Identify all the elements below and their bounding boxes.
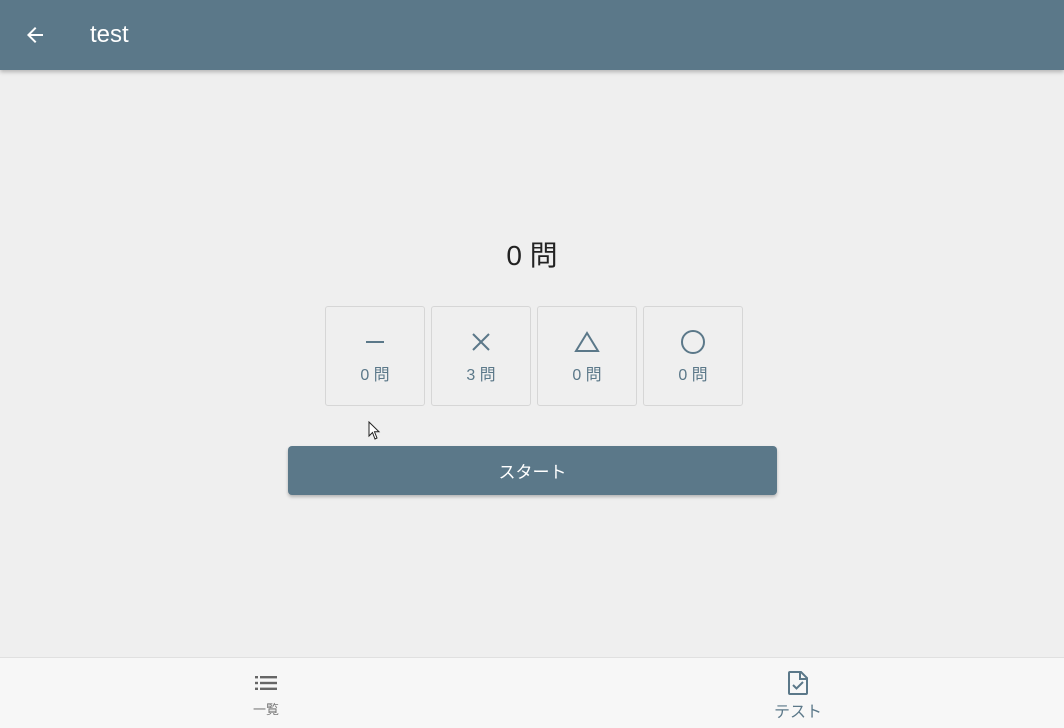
card-count: 3 問 (466, 367, 496, 384)
start-button[interactable]: スタート (288, 446, 777, 495)
card-count: 0 問 (360, 367, 390, 384)
card-unanswered[interactable]: 0 問 (325, 306, 425, 406)
main-content: 0 問 0 問 3 問 0 問 0 問 スタート (0, 70, 1064, 657)
nav-item-label: 一覧 (252, 703, 279, 718)
page-title: test (90, 21, 129, 48)
circle-icon (680, 329, 706, 355)
list-icon (254, 670, 278, 696)
card-incorrect[interactable]: 3 問 (431, 306, 531, 406)
cross-icon (468, 329, 494, 355)
total-question-count: 0 問 (506, 240, 558, 271)
dash-icon (362, 329, 388, 355)
card-count: 0 問 (678, 367, 708, 384)
card-partial[interactable]: 0 問 (537, 306, 637, 406)
mouse-cursor-icon (368, 421, 381, 440)
file-check-icon (787, 670, 809, 696)
arrow-left-icon (27, 27, 43, 43)
nav-item-label: テスト (773, 702, 822, 721)
card-count: 0 問 (572, 367, 602, 384)
triangle-icon (574, 329, 600, 355)
app-bar: test (0, 0, 1064, 70)
back-button[interactable] (18, 19, 52, 51)
nav-item-list[interactable]: 一覧 (196, 658, 336, 728)
nav-item-test[interactable]: テスト (728, 658, 868, 728)
card-correct[interactable]: 0 問 (643, 306, 743, 406)
result-filter-cards: 0 問 3 問 0 問 0 問 (325, 306, 743, 406)
bottom-navigation: 一覧 テスト (0, 657, 1064, 728)
